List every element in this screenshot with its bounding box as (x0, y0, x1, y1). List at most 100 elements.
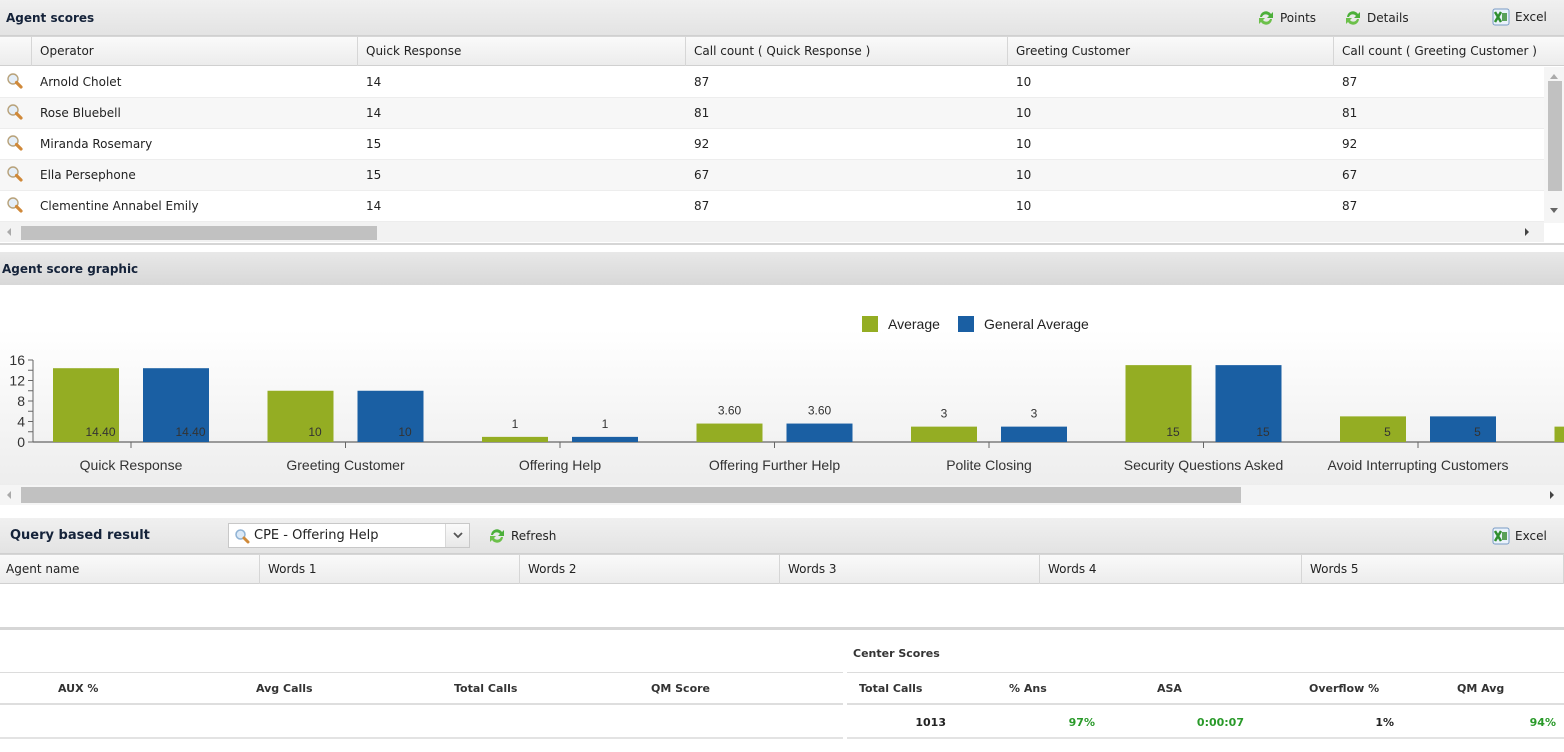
center-scores-table: Total Calls % Ans ASA Overflow % QM Avg … (847, 672, 1564, 739)
column-header-avg-calls: Avg Calls (256, 681, 313, 695)
column-header-call-count-quick-response[interactable]: Call count ( Quick Response ) (686, 37, 1008, 66)
cell-call-count-qr: 92 (694, 137, 710, 151)
cell-call-count-gc: 92 (1342, 137, 1358, 151)
bar-data-label: 3 (941, 407, 948, 421)
column-header-asa: ASA (1157, 681, 1182, 695)
query-select[interactable]: CPE - Offering Help (228, 523, 470, 548)
cell-operator: Arnold Cholet (40, 75, 122, 89)
search-icon[interactable] (0, 134, 32, 155)
column-header-words-3[interactable]: Words 3 (780, 555, 1040, 584)
column-header-percent-answered: % Ans (1009, 681, 1047, 695)
bar-general-average (1001, 426, 1067, 442)
cell-quick-response: 14 (366, 199, 382, 213)
bar-data-label: 1 (512, 417, 519, 431)
excel-export-button[interactable]: Excel (1491, 8, 1547, 26)
search-icon[interactable] (0, 72, 32, 93)
search-icon[interactable] (0, 103, 32, 124)
scroll-up-arrow[interactable] (1550, 74, 1558, 79)
bar-general-average (786, 423, 853, 442)
agent-grid-header: Operator Quick Response Call count ( Qui… (0, 36, 1564, 66)
query-grid-body-empty (0, 584, 1564, 627)
table-row[interactable]: Rose Bluebell 14 81 10 81 (0, 98, 1544, 129)
scroll-down-arrow[interactable] (1550, 208, 1558, 213)
cell-operator: Miranda Rosemary (40, 137, 153, 151)
column-header-operator[interactable]: Operator (32, 37, 358, 66)
column-header-aux-percent: AUX % (58, 681, 99, 695)
bar-average (1125, 365, 1192, 442)
agent-scores-grid: Operator Quick Response Call count ( Qui… (0, 36, 1564, 245)
refresh-icon (487, 527, 507, 545)
bar-chart: Average General Average 0 4 8 12 16 Quick Respo… (9, 316, 1564, 473)
chevron-down-icon[interactable] (445, 524, 469, 547)
cell-call-count-qr: 67 (694, 168, 710, 182)
bar-average-partial (1554, 426, 1564, 442)
query-grid-header: Agent name Words 1 Words 2 Words 3 Words… (0, 554, 1564, 584)
bar-data-label: 1 (602, 417, 609, 431)
chart-scroll-right-arrow[interactable] (1550, 491, 1554, 499)
vertical-scroll-thumb[interactable] (1548, 81, 1562, 191)
bar-general-average (572, 436, 638, 442)
bar-data-label: 10 (308, 425, 322, 439)
bar-data-label: 14.40 (86, 425, 116, 439)
column-header-overflow-percent: Overflow % (1309, 681, 1380, 695)
legend-swatch-average (862, 316, 878, 332)
bar-data-label: 15 (1256, 425, 1270, 439)
chart-scroll-left-arrow[interactable] (7, 491, 11, 499)
column-header-qm-score: QM Score (651, 681, 711, 695)
cell-greeting-customer: 10 (1016, 106, 1032, 120)
cell-call-count-qr: 81 (694, 106, 710, 120)
cell-greeting-customer: 10 (1016, 168, 1032, 182)
column-header-greeting-customer[interactable]: Greeting Customer (1008, 37, 1334, 66)
search-icon[interactable] (0, 165, 32, 186)
x-tick-label: Offering Help (519, 457, 601, 473)
bar-data-label: 3.60 (808, 404, 832, 418)
percent-answered-value: 97% (1068, 715, 1095, 729)
table-row[interactable]: Arnold Cholet 14 87 10 87 (0, 67, 1544, 98)
column-header-words-1[interactable]: Words 1 (260, 555, 520, 584)
scroll-left-arrow[interactable] (7, 228, 11, 236)
cell-quick-response: 15 (366, 137, 382, 151)
center-scores-header-row: Total Calls % Ans ASA Overflow % QM Avg (847, 673, 1564, 705)
query-excel-label: Excel (1515, 529, 1547, 543)
search-icon[interactable] (0, 196, 32, 217)
x-tick-label: Polite Closing (946, 457, 1032, 473)
table-row[interactable]: Clementine Annabel Emily 14 87 10 87 (0, 191, 1544, 222)
cell-call-count-qr: 87 (694, 75, 710, 89)
refresh-button[interactable]: Refresh (487, 527, 556, 545)
details-button[interactable]: Details (1343, 9, 1409, 27)
search-icon (234, 528, 250, 544)
column-header-words-2[interactable]: Words 2 (520, 555, 780, 584)
details-label: Details (1367, 11, 1409, 25)
chart-horizontal-scrollbar[interactable] (0, 485, 1564, 505)
query-excel-button[interactable]: Excel (1491, 527, 1547, 545)
points-button[interactable]: Points (1256, 9, 1316, 27)
legend-label: Average (888, 316, 940, 332)
column-header-quick-response[interactable]: Quick Response (358, 37, 686, 66)
y-tick-label: 4 (17, 414, 25, 430)
table-row[interactable]: Ella Persephone 15 67 10 67 (0, 160, 1544, 191)
column-header-call-count-greeting-customer[interactable]: Call count ( Greeting Customer ) (1334, 37, 1564, 66)
cell-call-count-gc: 81 (1342, 106, 1358, 120)
bar-data-label: 3 (1031, 407, 1038, 421)
refresh-icon (1256, 9, 1276, 27)
excel-icon (1491, 527, 1511, 545)
cell-call-count-gc: 87 (1342, 75, 1358, 89)
column-header-total-calls: Total Calls (454, 681, 518, 695)
column-header-agent-name[interactable]: Agent name (0, 555, 260, 584)
column-header-words-5[interactable]: Words 5 (1302, 555, 1564, 584)
vertical-scrollbar[interactable] (1544, 67, 1564, 223)
scroll-right-arrow[interactable] (1525, 228, 1529, 236)
qm-avg-value: 94% (1529, 715, 1556, 729)
chart-scroll-thumb[interactable] (21, 487, 1241, 503)
legend-swatch-general-average (958, 316, 974, 332)
column-header-words-4[interactable]: Words 4 (1040, 555, 1302, 584)
table-row[interactable]: Miranda Rosemary 15 92 10 92 (0, 129, 1544, 160)
points-label: Points (1280, 11, 1317, 25)
query-select-value: CPE - Offering Help (254, 528, 379, 543)
bar-average (911, 426, 977, 442)
bar-general-average (1430, 416, 1496, 442)
horizontal-scrollbar[interactable] (0, 222, 1544, 242)
horizontal-scroll-thumb[interactable] (21, 226, 377, 240)
bar-data-label: 3.60 (718, 404, 742, 418)
cell-greeting-customer: 10 (1016, 137, 1032, 151)
